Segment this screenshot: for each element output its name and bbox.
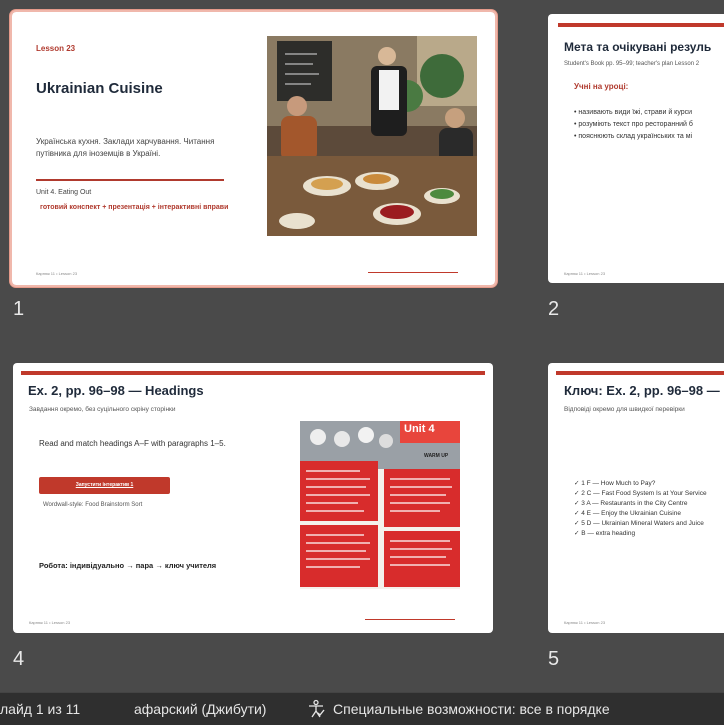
- slide-subtitle: Відповіді окремо для швидкої перевірки: [564, 406, 685, 413]
- title-accent-bar: [556, 371, 724, 375]
- exercise-instruction: Read and match headings A–F with paragra…: [39, 439, 226, 448]
- list-item: ✓ 5 D — Ukrainian Mineral Waters and Jui…: [574, 520, 704, 527]
- list-item: • пояснюють склад українських та мі: [574, 133, 693, 140]
- slide-thumbnail-5[interactable]: Ключ: Ex. 2, pp. 96–98 — Відповіді окрем…: [548, 363, 724, 633]
- tagline: готовий конспект + презентація + інтерак…: [40, 204, 229, 211]
- slide-footer: Карпюк 11 • Lesson 23: [564, 271, 606, 276]
- slide-thumbnail-4[interactable]: Ex. 2, pp. 96–98 — Headings Завдання окр…: [13, 363, 493, 633]
- unit-badge: Unit 4: [404, 423, 435, 435]
- interactive-caption: Wordwall-style: Food Brainstorm Sort: [43, 502, 143, 508]
- unit-label: Unit 4. Eating Out: [36, 189, 92, 196]
- footer-line: [368, 272, 458, 273]
- slide-title: Мета та очікувані резуль: [564, 40, 712, 54]
- slide-thumbnail-1[interactable]: Lesson 23 Ukrainian Cuisine Українська к…: [10, 10, 497, 287]
- slide-number: 2: [548, 298, 560, 320]
- list-item: ✓ 4 E — Enjoy the Ukrainian Cuisine: [574, 510, 681, 517]
- slide-title: Ukrainian Cuisine: [36, 80, 163, 97]
- restaurant-photo: [267, 36, 477, 236]
- slide-counter[interactable]: лайд 1 из 11: [0, 701, 80, 717]
- answer-key-list: ✓ 1 F — How Much to Pay? ✓ 2 C — Fast Fo…: [574, 479, 707, 539]
- slide-title: Ex. 2, pp. 96–98 — Headings: [28, 383, 204, 398]
- slide-number: 5: [548, 648, 560, 670]
- objectives-heading: Учні на уроці:: [574, 82, 629, 91]
- slide-source: Student's Book pp. 95–99; teacher's plan…: [564, 61, 700, 67]
- lesson-label: Lesson 23: [36, 44, 76, 53]
- list-item: ✓ B — extra heading: [574, 530, 636, 537]
- slide-title: Ключ: Ex. 2, pp. 96–98 —: [564, 383, 720, 398]
- divider: [36, 179, 224, 181]
- title-accent-bar: [21, 371, 485, 375]
- list-item: ✓ 3 A — Restaurants in the City Centre: [574, 500, 688, 507]
- slide-footer: Карпюк 11 • Lesson 23: [29, 620, 71, 625]
- slide-sorter-workspace[interactable]: Lesson 23 Ukrainian Cuisine Українська к…: [0, 0, 724, 692]
- slide-subtitle: Українська кухня. Заклади харчування. Чи…: [36, 137, 215, 158]
- textbook-page-image: Unit 4 WARM UP: [300, 421, 460, 589]
- slide-number: 1: [13, 298, 25, 320]
- language-indicator[interactable]: афарский (Джибути): [134, 701, 266, 717]
- list-item: • розуміють текст про ресторанний б: [574, 121, 693, 128]
- slide-thumbnail-2[interactable]: Мета та очікувані резуль Student's Book …: [548, 14, 724, 283]
- list-item: • називають види їжі, страви й курси: [574, 109, 693, 116]
- slide-subtitle: Завдання окремо, без суцільного скріну с…: [29, 406, 176, 413]
- status-bar: лайд 1 из 11 афарский (Джибути) Специаль…: [0, 692, 724, 725]
- work-mode-label: Робота: індивідуально → пара → ключ учит…: [39, 561, 217, 570]
- list-item: ✓ 1 F — How Much to Pay?: [574, 480, 656, 487]
- accessibility-status[interactable]: Специальные возможности: все в порядке: [333, 701, 610, 717]
- objectives-list: • називають види їжі, страви й курси • р…: [574, 107, 693, 143]
- slide-footer: Карпюк 11 • Lesson 23: [36, 271, 78, 276]
- launch-interactive-button[interactable]: Запустити інтерактив 1: [39, 477, 170, 494]
- title-accent-bar: [558, 23, 724, 27]
- warm-up-label: WARM UP: [424, 453, 449, 459]
- footer-line: [365, 619, 455, 620]
- accessibility-icon[interactable]: [306, 699, 326, 719]
- slide-number: 4: [13, 648, 25, 670]
- slide-footer: Карпюк 11 • Lesson 23: [564, 620, 606, 625]
- list-item: ✓ 2 C — Fast Food System Is at Your Serv…: [574, 490, 707, 497]
